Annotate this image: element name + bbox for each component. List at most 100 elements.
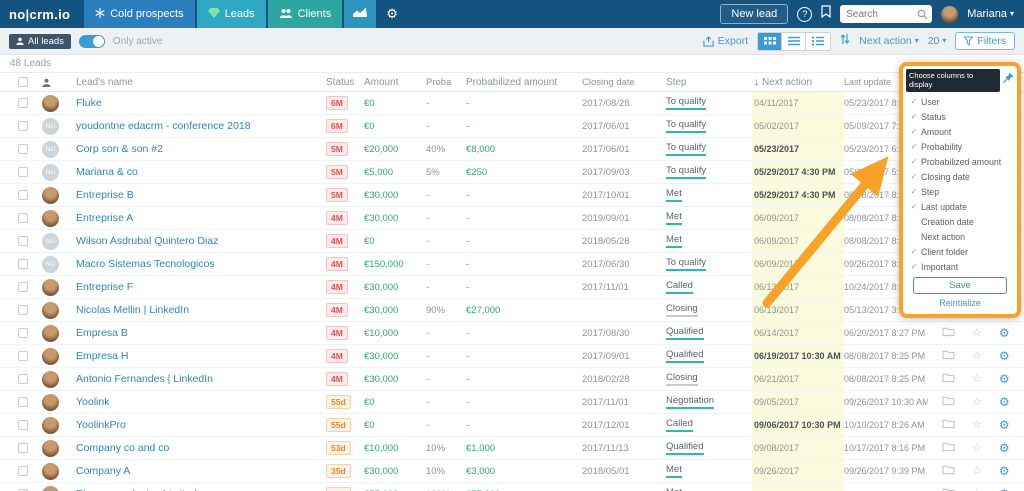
table-row[interactable]: NU Wilson Asdrubal Quintero Diaz 4M €0 -… bbox=[0, 230, 1024, 253]
user-column-icon[interactable] bbox=[42, 78, 51, 87]
column-option-amount[interactable]: ✓Amount bbox=[906, 124, 1014, 139]
column-option-next-action[interactable]: Next action bbox=[906, 229, 1014, 244]
tab-leads[interactable]: Leads bbox=[197, 0, 266, 28]
row-checkbox[interactable] bbox=[18, 443, 28, 453]
step-cell[interactable]: Met bbox=[666, 487, 682, 491]
folder-icon[interactable] bbox=[942, 370, 955, 388]
lead-name-link[interactable]: YoolinkPro bbox=[76, 419, 126, 431]
column-option-important[interactable]: ✓Important bbox=[906, 259, 1014, 274]
app-logo[interactable]: no|crm.io bbox=[0, 0, 84, 28]
step-cell[interactable]: To qualify bbox=[666, 119, 706, 133]
tab-clients[interactable]: Clients bbox=[268, 0, 343, 28]
step-cell[interactable]: Qualified bbox=[666, 441, 704, 455]
header-step[interactable]: Step bbox=[666, 73, 752, 91]
only-active-toggle[interactable] bbox=[79, 35, 105, 48]
list-view-button[interactable] bbox=[782, 33, 806, 50]
step-cell[interactable]: Qualified bbox=[666, 326, 704, 340]
row-checkbox[interactable] bbox=[18, 374, 28, 384]
next-action-cell[interactable]: 06/09/2017 bbox=[752, 207, 844, 229]
table-row[interactable]: NU Mariana & co 5M €5,000 5% €250 2017/0… bbox=[0, 161, 1024, 184]
next-action-cell[interactable]: 09/05/2017 bbox=[752, 391, 844, 413]
step-cell[interactable]: Called bbox=[666, 418, 693, 432]
star-icon[interactable]: ☆ bbox=[972, 443, 982, 454]
row-checkbox[interactable] bbox=[18, 213, 28, 223]
lead-name-link[interactable]: Macro Sistemas Tecnologicos bbox=[76, 258, 215, 270]
column-option-probability[interactable]: ✓Probability bbox=[906, 139, 1014, 154]
table-row[interactable]: NU Corp son & son #2 5M €20,000 40% €8,0… bbox=[0, 138, 1024, 161]
next-action-cell[interactable]: 05/29/2017 4:30 PM bbox=[752, 161, 844, 183]
reinitialize-link[interactable]: Reintialize bbox=[906, 298, 1014, 308]
table-row[interactable]: Empresa H 4M €30,000 - - 2017/09/01 Qual… bbox=[0, 345, 1024, 368]
next-action-cell[interactable]: 06/14/2017 bbox=[752, 322, 844, 344]
next-action-cell[interactable]: 09/08/2017 bbox=[752, 437, 844, 459]
tab-cold-prospects[interactable]: Cold prospects bbox=[84, 0, 194, 28]
table-row[interactable]: Empresa B 4M €10,000 - - 2017/08/30 Qual… bbox=[0, 322, 1024, 345]
help-icon[interactable]: ? bbox=[797, 7, 812, 22]
lead-name-link[interactable]: Corp son & son #2 bbox=[76, 143, 163, 155]
table-row[interactable]: NU Macro Sistemas Tecnologicos 4M €150,0… bbox=[0, 253, 1024, 276]
next-action-cell[interactable]: 06/21/2017 bbox=[752, 368, 844, 390]
table-row[interactable]: Entreprise F 4M €30,000 - - 2017/11/01 C… bbox=[0, 276, 1024, 299]
folder-icon[interactable] bbox=[942, 462, 955, 480]
new-lead-button[interactable]: New lead bbox=[720, 4, 788, 24]
column-option-user[interactable]: ✓User bbox=[906, 94, 1014, 109]
table-row[interactable]: NU youdontne edacrm - conference 2018 6M… bbox=[0, 115, 1024, 138]
step-cell[interactable]: To qualify bbox=[666, 142, 706, 156]
row-checkbox[interactable] bbox=[18, 305, 28, 315]
lead-name-link[interactable]: Wilson Asdrubal Quintero Diaz bbox=[76, 235, 218, 247]
column-option-last-update[interactable]: ✓Last update bbox=[906, 199, 1014, 214]
folder-icon[interactable] bbox=[942, 485, 955, 491]
export-button[interactable]: Export bbox=[703, 35, 748, 47]
gear-icon[interactable]: ⚙ bbox=[999, 373, 1010, 385]
table-row[interactable]: Company co and co 53d €10,000 10% €1,000… bbox=[0, 437, 1024, 460]
step-cell[interactable]: Met bbox=[666, 188, 682, 202]
folder-icon[interactable] bbox=[942, 324, 955, 342]
table-row[interactable]: Entreprise A 4M €30,000 - - 2019/09/01 M… bbox=[0, 207, 1024, 230]
lead-name-link[interactable]: Antonio Fernandes | LinkedIn bbox=[76, 373, 213, 385]
column-option-closing-date[interactable]: ✓Closing date bbox=[906, 169, 1014, 184]
lead-name-link[interactable]: Entreprise A bbox=[76, 212, 133, 224]
detailed-list-view-button[interactable] bbox=[806, 33, 830, 50]
gear-icon[interactable]: ⚙ bbox=[999, 465, 1010, 477]
next-action-cell[interactable]: 06/09/2017 bbox=[752, 230, 844, 252]
row-checkbox[interactable] bbox=[18, 121, 28, 131]
row-checkbox[interactable] bbox=[18, 397, 28, 407]
select-all-checkbox[interactable] bbox=[18, 77, 28, 87]
user-menu[interactable]: Mariana▾ bbox=[967, 8, 1014, 20]
row-checkbox[interactable] bbox=[18, 420, 28, 430]
header-probabilized-amount[interactable]: Probabilized amount bbox=[466, 73, 582, 91]
column-option-client-folder[interactable]: ✓Client folder bbox=[906, 244, 1014, 259]
grid-view-button[interactable] bbox=[758, 33, 782, 50]
row-checkbox[interactable] bbox=[18, 167, 28, 177]
table-row[interactable]: Nicolas Mellin | LinkedIn 4M €30,000 90%… bbox=[0, 299, 1024, 322]
save-button[interactable]: Save bbox=[913, 277, 1007, 294]
next-action-cell[interactable]: 05/02/2017 bbox=[752, 115, 844, 137]
gear-icon[interactable]: ⚙ bbox=[999, 327, 1010, 339]
folder-icon[interactable] bbox=[942, 393, 955, 411]
next-action-cell[interactable]: 06/13/2017 bbox=[752, 276, 844, 298]
row-checkbox[interactable] bbox=[18, 236, 28, 246]
table-row[interactable]: Phenomenologies Limited 31d €75,000 100%… bbox=[0, 483, 1024, 491]
step-cell[interactable]: To qualify bbox=[666, 96, 706, 110]
step-cell[interactable]: Met bbox=[666, 464, 682, 478]
lead-name-link[interactable]: Yoolink bbox=[76, 396, 109, 408]
column-option-creation-date[interactable]: Creation date bbox=[906, 214, 1014, 229]
column-option-status[interactable]: ✓Status bbox=[906, 109, 1014, 124]
star-icon[interactable]: ☆ bbox=[972, 351, 982, 362]
header-leads-name[interactable]: Lead's name bbox=[76, 73, 326, 91]
row-checkbox[interactable] bbox=[18, 98, 28, 108]
lead-name-link[interactable]: Empresa B bbox=[76, 327, 128, 339]
next-action-cell[interactable]: 05/29/2017 4:30 PM bbox=[752, 184, 844, 206]
header-next-action[interactable]: ↓Next action bbox=[752, 73, 844, 91]
tab-admin-settings[interactable]: ⚙ bbox=[378, 0, 406, 28]
lead-name-link[interactable]: Empresa H bbox=[76, 350, 129, 362]
table-row[interactable]: Yoolink 55d €0 - - 2017/11/01 Negotiatio… bbox=[0, 391, 1024, 414]
search-icon[interactable] bbox=[917, 9, 928, 20]
folder-icon[interactable] bbox=[942, 416, 955, 434]
user-avatar[interactable] bbox=[941, 6, 958, 23]
pin-icon[interactable] bbox=[1003, 70, 1014, 88]
header-status[interactable]: Status bbox=[326, 73, 364, 91]
next-action-cell[interactable]: 05/23/2017 bbox=[752, 138, 844, 160]
lead-name-link[interactable]: youdontne edacrm - conference 2018 bbox=[76, 120, 251, 132]
folder-icon[interactable] bbox=[942, 347, 955, 365]
